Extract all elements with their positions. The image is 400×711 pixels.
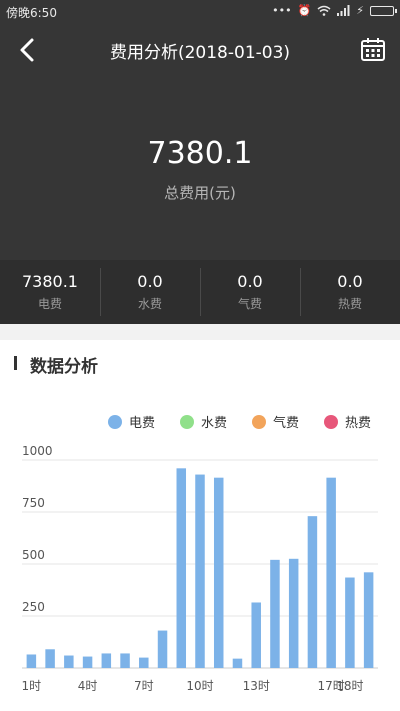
legend-dot bbox=[180, 414, 194, 429]
legend-item-water[interactable]: 水费 bbox=[180, 412, 227, 431]
status-icons: ••• ⏰ ⚡ bbox=[272, 4, 397, 17]
wifi-icon bbox=[317, 5, 331, 16]
legend-dot bbox=[324, 414, 338, 429]
breakdown-value: 0.0 bbox=[337, 272, 363, 291]
breakdown-value: 0.0 bbox=[237, 272, 263, 291]
bar bbox=[326, 477, 336, 668]
breakdown-label: 热费 bbox=[337, 297, 362, 311]
bar bbox=[26, 654, 37, 668]
chart-legend: 电费 水费 气费 热费 bbox=[0, 412, 400, 434]
breakdown-label: 电费 bbox=[37, 297, 62, 311]
bar bbox=[195, 474, 205, 668]
legend-item-heating[interactable]: 热费 bbox=[324, 412, 371, 431]
bar bbox=[288, 558, 299, 668]
analysis-card: 数据分析 电费 水费 气费 热费 250 500 750 1000 1时 4时 7时 10时 1… bbox=[0, 340, 400, 711]
charging-icon: ⚡ bbox=[356, 4, 364, 17]
y-tick-label: 750 bbox=[22, 496, 45, 510]
cost-breakdown: 7380.1 电费 0.0 水费 0.0 气费 0.0 热费 bbox=[0, 260, 400, 324]
x-tick-label: 7时 bbox=[134, 679, 154, 693]
page-title: 费用分析(2018-01-03) bbox=[109, 43, 291, 63]
hourly-cost-chart: 25050075010001时 4时 7时 10时 13时 17时18时 bbox=[22, 444, 378, 693]
x-tick-label: 18时 bbox=[336, 679, 363, 693]
breakdown-label: 水费 bbox=[137, 297, 162, 311]
bar bbox=[213, 477, 224, 668]
section-marker bbox=[14, 356, 17, 370]
x-tick-label: 1时 bbox=[22, 679, 42, 693]
legend-dot bbox=[252, 414, 266, 429]
breakdown-value: 0.0 bbox=[137, 272, 163, 291]
y-tick-label: 500 bbox=[22, 548, 45, 562]
total-cost-label: 总费用(元) bbox=[164, 184, 236, 202]
bar bbox=[251, 602, 261, 668]
alarm-icon: ⏰ bbox=[297, 4, 312, 17]
x-tick-label: 4时 bbox=[78, 679, 98, 693]
bar bbox=[82, 656, 93, 668]
breakdown-value: 7380.1 bbox=[22, 272, 78, 291]
bar bbox=[307, 516, 318, 668]
breakdown-label: 气费 bbox=[237, 297, 262, 311]
y-tick-label: 1000 bbox=[22, 444, 53, 458]
legend-item-electricity[interactable]: 电费 bbox=[108, 412, 155, 431]
signal-icon bbox=[337, 5, 350, 16]
bar bbox=[157, 630, 168, 668]
calendar-icon[interactable] bbox=[360, 36, 386, 62]
bar bbox=[45, 649, 55, 668]
breakdown-electricity[interactable]: 7380.1 电费 bbox=[0, 260, 100, 324]
bar bbox=[64, 655, 74, 668]
legend-label: 电费 bbox=[129, 416, 156, 431]
legend-label: 气费 bbox=[273, 416, 300, 431]
header: 费用分析(2018-01-03) 7380.1 总费用(元) bbox=[0, 24, 400, 260]
y-tick-label: 250 bbox=[22, 600, 45, 614]
section-title: 数据分析 bbox=[30, 357, 98, 377]
bar bbox=[120, 653, 130, 668]
more-icon: ••• bbox=[272, 4, 292, 17]
bar bbox=[270, 559, 280, 668]
bar bbox=[363, 572, 374, 668]
battery-icon bbox=[370, 5, 397, 16]
bar bbox=[232, 658, 243, 668]
legend-label: 水费 bbox=[201, 416, 228, 431]
total-cost-value: 7380.1 bbox=[147, 136, 253, 171]
status-time: 傍晚6:50 bbox=[6, 6, 57, 20]
bar bbox=[101, 653, 112, 668]
legend-label: 热费 bbox=[345, 416, 372, 431]
bar bbox=[345, 577, 355, 668]
bar bbox=[139, 657, 149, 668]
legend-item-gas[interactable]: 气费 bbox=[252, 412, 299, 431]
status-bar: 傍晚6:50 ••• ⏰ ⚡ bbox=[0, 0, 400, 24]
x-tick-label: 13时 bbox=[243, 679, 270, 693]
breakdown-water[interactable]: 0.0 水费 bbox=[100, 260, 200, 324]
x-tick-label: 10时 bbox=[186, 679, 213, 693]
legend-dot bbox=[108, 414, 122, 429]
bar bbox=[176, 468, 187, 668]
breakdown-gas[interactable]: 0.0 气费 bbox=[200, 260, 300, 324]
breakdown-heating[interactable]: 0.0 热费 bbox=[300, 260, 400, 324]
